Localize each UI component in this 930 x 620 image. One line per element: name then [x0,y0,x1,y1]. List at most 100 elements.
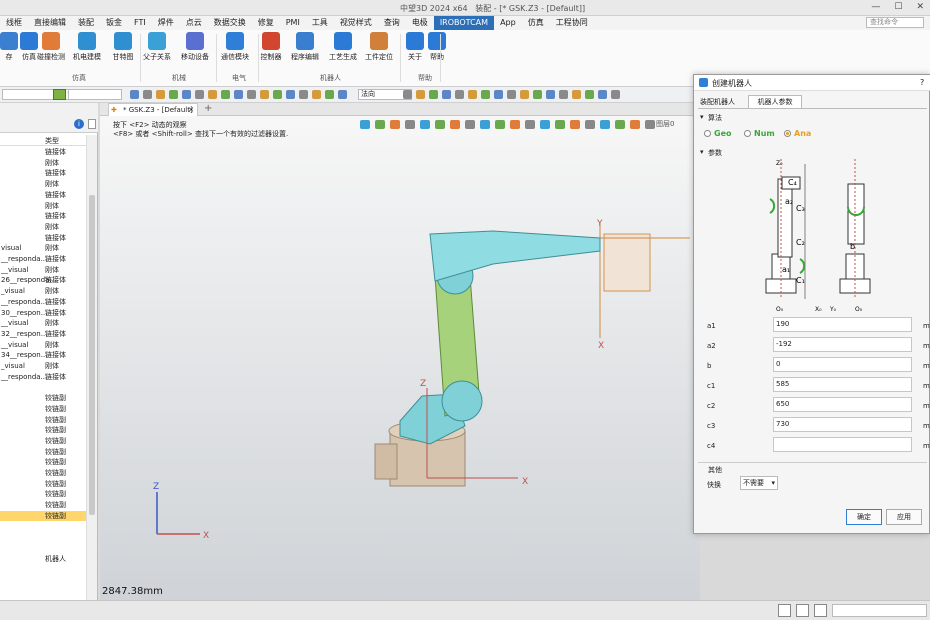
parent-child-button[interactable]: 父子关系 [138,32,176,62]
toolbar-tool-icon[interactable] [182,90,191,99]
toolbar-tool-icon[interactable] [338,90,347,99]
toolbar-tool-icon[interactable] [130,90,139,99]
tree-row[interactable]: __responda... 链接体 [0,372,86,383]
tab-robot-params[interactable]: 机器人参数 [748,95,802,108]
move-device-button[interactable]: 移动设备 [176,32,214,62]
tree-row[interactable]: 铰链副 [0,489,86,500]
close-icon[interactable]: ✕ [916,2,924,12]
tree-row[interactable]: 刚体 [0,179,86,190]
command-search-input[interactable]: 查找命令 [866,17,924,28]
toolbar-tool-icon[interactable] [416,90,425,99]
tree-row[interactable]: __visual 刚体 [0,265,86,276]
tree-row[interactable]: 链接体 [0,233,86,244]
tree-row[interactable] [0,532,86,543]
communication-button[interactable]: 通信模块 [216,32,254,62]
menu-item-12[interactable]: 查询 [378,16,406,30]
menu-item-8[interactable]: 修复 [252,16,280,30]
tree-row[interactable]: 34__respon... 链接体 [0,350,86,361]
tree-row[interactable]: 机器人 [0,554,86,565]
info-icon[interactable]: i [74,119,84,129]
toolbar-tool-icon[interactable] [221,90,230,99]
collapse-icon[interactable]: ▾ [700,113,708,121]
toolbar-tool-icon[interactable] [247,90,256,99]
program-edit-button[interactable]: 程序编辑 [286,32,324,62]
tree-row[interactable]: 32__respon... 链接体 [0,329,86,340]
toolbar-tool-icon[interactable] [494,90,503,99]
tree-row[interactable] [0,382,86,393]
menu-item-13[interactable]: 电极 [406,16,434,30]
toolbar-tool-icon[interactable] [195,90,204,99]
menu-item-1[interactable]: 直接编辑 [28,16,72,30]
toolbar-tool-icon[interactable] [520,90,529,99]
menu-item-0[interactable]: 线框 [0,16,28,30]
algo-radio-ana[interactable]: Ana [784,128,811,138]
tree-row[interactable]: 铰链副 [0,415,86,426]
toolbar-tool-icon[interactable] [260,90,269,99]
new-tab-icon[interactable]: + [204,103,212,114]
toolbar-tool-icon[interactable] [273,90,282,99]
tree-row[interactable]: visual 刚体 [0,243,86,254]
tree-row[interactable]: 铰链副 [0,447,86,458]
collapse-icon[interactable]: ▾ [700,148,708,156]
tree-row[interactable]: 刚体 [0,201,86,212]
toolbar-tool-icon[interactable] [468,90,477,99]
menu-item-2[interactable]: 装配 [72,16,100,30]
toolbar-tool-icon[interactable] [169,90,178,99]
tree-row[interactable]: _visual 刚体 [0,286,86,297]
tree-scrollbar[interactable] [86,135,97,600]
tree-row[interactable]: 铰链副 [0,425,86,436]
tree-row[interactable]: _visual 刚体 [0,361,86,372]
tree-row[interactable]: 30__respon... 链接体 [0,308,86,319]
menu-item-4[interactable]: FTI [128,16,152,30]
toolbar-tool-icon[interactable] [572,90,581,99]
tree-row[interactable]: __responda... 链接体 [0,254,86,265]
tab-assembly-robot[interactable]: 装配机器人 [700,97,735,107]
apply-button[interactable]: 应用 [886,509,922,525]
quick-change-select[interactable]: 不需要 ▾ [740,476,778,490]
maximize-icon[interactable]: ☐ [894,2,902,12]
tree-row[interactable]: __visual 刚体 [0,340,86,351]
workpiece-locate-button[interactable]: 工件定位 [360,32,398,62]
3d-viewport[interactable]: 按下 <F2> 动态的观察 <F8> 或者 <Shift-roll> 查找下一个… [100,116,700,600]
param-input-c3[interactable]: 730 [773,417,912,432]
param-input-c4[interactable] [773,437,912,452]
menu-item-7[interactable]: 数据交换 [208,16,252,30]
param-input-b[interactable]: 0 [773,357,912,372]
help-button[interactable]: 帮助 [418,32,456,62]
param-input-a1[interactable]: 190 [773,317,912,332]
param-input-c2[interactable]: 650 [773,397,912,412]
toolbar-tool-icon[interactable] [429,90,438,99]
tree-row[interactable]: 刚体 [0,222,86,233]
type-dropdown[interactable] [68,89,122,100]
toolbar-tool-icon[interactable] [533,90,542,99]
tree-row[interactable]: 链接体 [0,147,86,158]
toolbar-tool-icon[interactable] [143,90,152,99]
menu-item-11[interactable]: 视觉样式 [334,16,378,30]
toolbar-tool-icon[interactable] [598,90,607,99]
toolbar-tool-icon[interactable] [234,90,243,99]
menu-item-10[interactable]: 工具 [306,16,334,30]
tree-row[interactable]: 铰链副 [0,436,86,447]
tree-row[interactable]: 26__responda... 链接体 [0,275,86,286]
toolbar-tool-icon[interactable] [403,90,412,99]
layout-icon-3[interactable] [814,604,827,617]
tree-row[interactable]: 铰链副 [0,468,86,479]
toolbar-tool-icon[interactable] [325,90,334,99]
menu-item-3[interactable]: 钣金 [100,16,128,30]
process-button[interactable]: 工艺生成 [324,32,362,62]
scrollbar-thumb[interactable] [89,195,95,515]
toolbar-tool-icon[interactable] [611,90,620,99]
toolbar-tool-icon[interactable] [312,90,321,99]
toolbar-tool-icon[interactable] [481,90,490,99]
gantt-button[interactable]: 甘特图 [104,32,142,62]
tree-row[interactable] [0,522,86,533]
menu-item-6[interactable]: 点云 [180,16,208,30]
menu-item-14[interactable]: IROBOTCAM [433,16,495,30]
toolbar-tool-icon[interactable] [156,90,165,99]
toolbar-tool-icon[interactable] [455,90,464,99]
toolbar-tool-icon[interactable] [442,90,451,99]
toolbar-tool-icon[interactable] [507,90,516,99]
param-input-a2[interactable]: -192 [773,337,912,352]
tree-row[interactable]: 链接体 [0,168,86,179]
tree-row[interactable]: 铰链副 [0,479,86,490]
